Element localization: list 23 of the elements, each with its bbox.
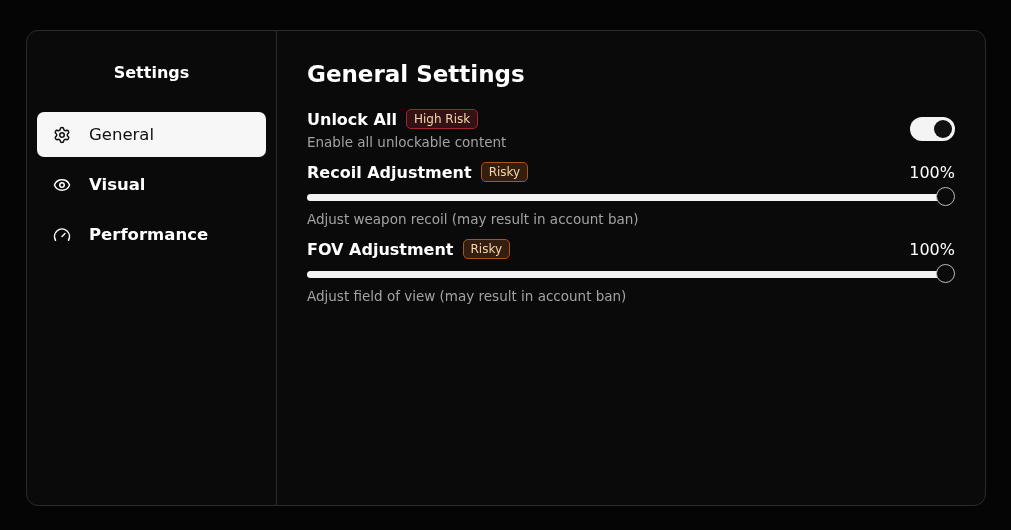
- slider-value: 100%: [909, 239, 955, 259]
- sidebar-title: Settings: [113, 63, 190, 82]
- slider-thumb[interactable]: [936, 264, 955, 283]
- setting-description: Enable all unlockable content: [307, 134, 507, 150]
- sidebar-item[interactable]: Visual: [37, 162, 266, 207]
- setting-description: Adjust weapon recoil (may result in account ban): [307, 211, 639, 227]
- sidebar-item[interactable]: Performance: [37, 212, 266, 257]
- slider-thumb[interactable]: [936, 187, 955, 206]
- setting-description: Adjust field of view (may result in account ban): [307, 288, 627, 304]
- slider[interactable]: [307, 264, 955, 284]
- setting-label: Recoil Adjustment: [307, 162, 472, 182]
- gear-icon: [53, 125, 71, 144]
- setting-label: Unlock All: [307, 109, 397, 129]
- risk-badge: High Risk: [405, 109, 479, 129]
- slider[interactable]: [307, 187, 955, 207]
- setting-label: FOV Adjustment: [307, 239, 454, 259]
- risk-badge: Risky: [480, 162, 529, 182]
- slider-value: 100%: [909, 162, 955, 182]
- sidebar-item[interactable]: General: [37, 112, 266, 157]
- risk-badge: Risky: [462, 239, 511, 259]
- toggle-switch[interactable]: [910, 117, 955, 141]
- gauge-icon: [53, 225, 71, 244]
- page-title: General Settings: [307, 61, 525, 87]
